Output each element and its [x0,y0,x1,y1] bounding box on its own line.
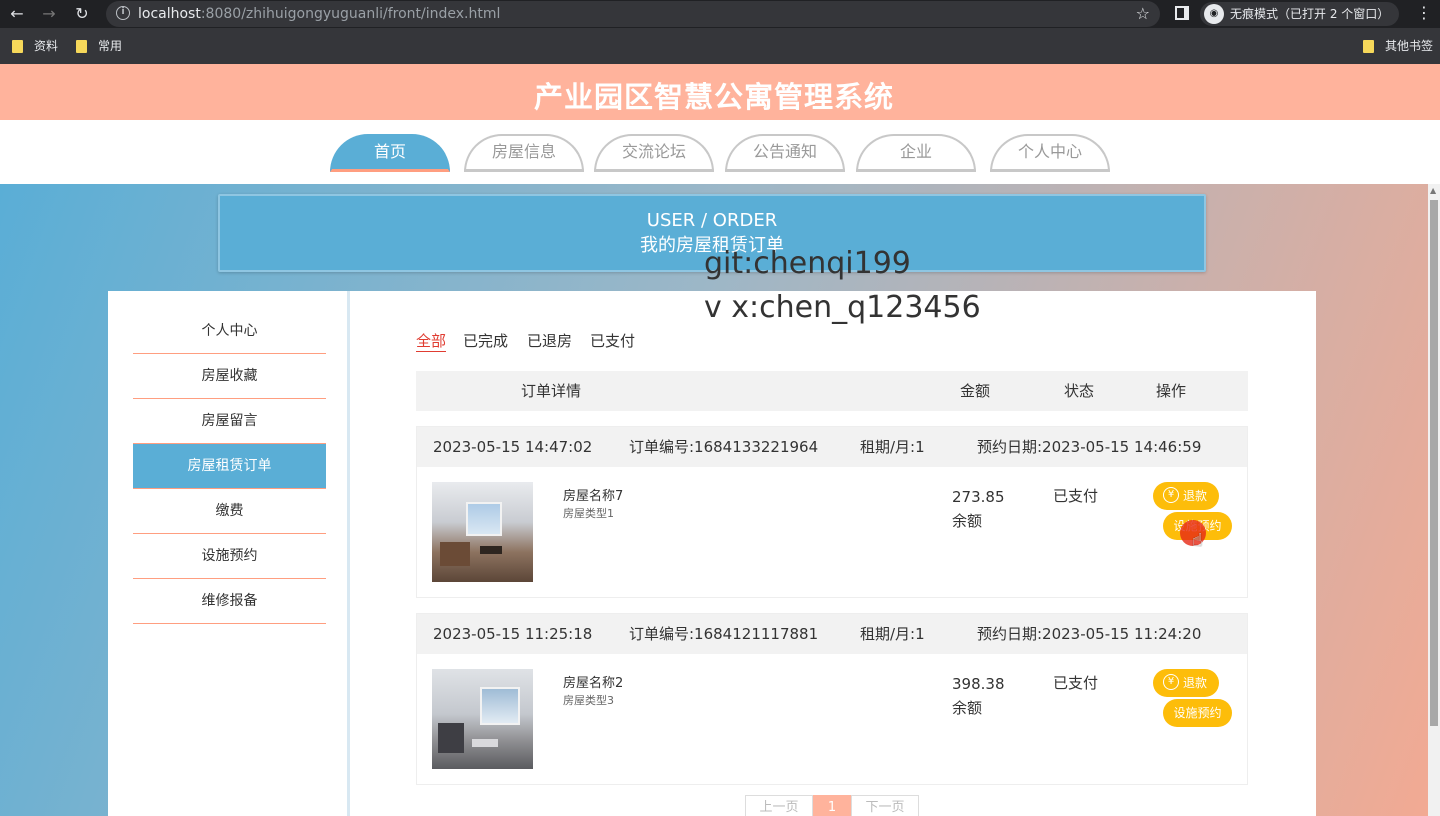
amount-value: 398.38 [952,675,1005,693]
address-bar[interactable]: i localhost:8080/zhihuigongyuguanli/fron… [106,1,1160,27]
pay-method: 余额 [952,512,983,530]
table-header: 订单详情 金额 状态 操作 [416,371,1248,411]
incognito-label: 无痕模式（已打开 2 个窗口） [1230,7,1390,21]
sidebar-item-personal-center[interactable]: 个人中心 [133,309,326,354]
incognito-icon: ◉ [1204,4,1224,24]
hand-cursor-icon: ☝ [1192,530,1203,551]
tab-checked-out[interactable]: 已退房 [527,331,572,351]
nav-personal-center[interactable]: 个人中心 [990,134,1110,172]
order-time: 2023-05-15 14:47:02 [433,438,593,456]
incognito-indicator[interactable]: ◉ 无痕模式（已打开 2 个窗口） [1200,2,1400,26]
sidebar-menu: 个人中心 房屋收藏 房屋留言 房屋租赁订单 缴费 设施预约 维修报备 [133,309,326,624]
house-type: 房屋类型1 [563,507,614,520]
folder-icon [1363,40,1374,53]
browser-toolbar: ← → ↻ i localhost:8080/zhihuigongyuguanl… [0,0,1440,28]
order-reserve-date: 预约日期:2023-05-15 14:46:59 [977,438,1202,456]
refund-label: 退款 [1183,489,1208,503]
nav-house-info[interactable]: 房屋信息 [464,134,584,172]
sidebar-item-rental-orders[interactable]: 房屋租赁订单 [133,444,326,489]
yen-icon: ¥ [1163,487,1179,503]
order-body: 房屋名称7 房屋类型1 273.85 余额 已支付 ¥ 退款 设施预约 [417,467,1247,597]
site-banner: 产业园区智慧公寓管理系统 [0,64,1440,120]
header-details: 订单详情 [521,382,582,400]
order-reserve-date: 预约日期:2023-05-15 11:24:20 [977,625,1202,643]
tab-paid[interactable]: 已支付 [590,331,635,351]
side-panel-icon[interactable] [1175,6,1189,20]
page: 产业园区智慧公寓管理系统 首页 房屋信息 交流论坛 公告通知 企业 个人中心 ▲… [0,64,1440,816]
content-panel: 个人中心 房屋收藏 房屋留言 房屋租赁订单 缴费 设施预约 维修报备 全部 已完… [108,291,1316,816]
house-type: 房屋类型3 [563,694,614,707]
yen-icon: ¥ [1163,674,1179,690]
section-title-en: USER / ORDER [646,210,778,231]
header-status: 状态 [1064,382,1095,400]
scroll-up-icon[interactable]: ▲ [1430,186,1436,195]
other-bookmarks[interactable]: 其他书签 [1363,38,1433,54]
refund-button[interactable]: ¥ 退款 [1153,482,1219,510]
order-term: 租期/月:1 [860,625,925,643]
order-status: 已支付 [1053,487,1099,505]
nav-home[interactable]: 首页 [330,134,450,172]
order-number: 订单编号:1684133221964 [629,438,819,456]
pay-method: 余额 [952,699,983,717]
order-amount: 398.38 余额 [952,672,1005,720]
bookmark-item[interactable]: 资料 [12,38,58,54]
browser-menu-icon[interactable]: ⋮ [1416,3,1432,22]
reload-icon[interactable]: ↻ [71,4,93,24]
house-name[interactable]: 房屋名称7 [563,485,623,504]
nav-forum[interactable]: 交流论坛 [594,134,714,172]
scroll-thumb[interactable] [1430,200,1438,726]
sidebar-item-facility-reservation[interactable]: 设施预约 [133,534,326,579]
order-number: 订单编号:1684121117881 [629,625,819,643]
sidebar-item-repair-report[interactable]: 维修报备 [133,579,326,624]
bookmark-star-icon[interactable]: ☆ [1136,4,1150,23]
house-name[interactable]: 房屋名称2 [563,672,623,691]
page-scrollbar[interactable]: ▲ [1428,184,1440,816]
back-icon[interactable]: ← [6,4,28,24]
order-card: 2023-05-15 11:25:18 订单编号:1684121117881 租… [416,613,1248,785]
folder-icon [76,40,87,53]
facility-reserve-button[interactable]: 设施预约 [1163,699,1232,727]
folder-icon [12,40,23,53]
refund-button[interactable]: ¥ 退款 [1153,669,1219,697]
url-text: localhost:8080/zhihuigongyuguanli/front/… [138,6,501,22]
main-nav: 首页 房屋信息 交流论坛 公告通知 企业 个人中心 [0,120,1440,184]
order-header: 2023-05-15 14:47:02 订单编号:1684133221964 租… [417,427,1247,467]
house-image[interactable] [432,482,533,582]
sidebar-item-payment[interactable]: 缴费 [133,489,326,534]
order-time: 2023-05-15 11:25:18 [433,625,593,643]
order-amount: 273.85 余额 [952,485,1005,533]
refund-label: 退款 [1183,676,1208,690]
vertical-divider [347,291,350,816]
tab-completed[interactable]: 已完成 [463,331,508,351]
next-page-button[interactable]: 下一页 [851,795,919,816]
order-header: 2023-05-15 11:25:18 订单编号:1684121117881 租… [417,614,1247,654]
bookmarks-bar: 资料 常用 其他书签 [0,28,1440,64]
header-amount: 金额 [960,382,991,400]
order-status: 已支付 [1053,674,1099,692]
order-term: 租期/月:1 [860,438,925,456]
order-card: 2023-05-15 14:47:02 订单编号:1684133221964 租… [416,426,1248,598]
watermark-wx: v x:chen_q123456 [704,290,981,325]
house-image[interactable] [432,669,533,769]
sidebar-item-favorites[interactable]: 房屋收藏 [133,354,326,399]
order-body: 房屋名称2 房屋类型3 398.38 余额 已支付 ¥ 退款 设施预约 [417,654,1247,784]
nav-notices[interactable]: 公告通知 [725,134,845,172]
bookmark-item[interactable]: 常用 [76,38,122,54]
nav-enterprise[interactable]: 企业 [856,134,976,172]
sidebar-item-messages[interactable]: 房屋留言 [133,399,326,444]
prev-page-button[interactable]: 上一页 [745,795,813,816]
tab-all[interactable]: 全部 [416,331,447,352]
amount-value: 273.85 [952,488,1005,506]
forward-icon[interactable]: → [38,4,60,24]
page-button-current[interactable]: 1 [813,795,851,816]
site-title: 产业园区智慧公寓管理系统 [533,80,894,114]
header-action: 操作 [1156,382,1187,400]
info-icon[interactable]: i [116,6,130,20]
watermark-git: git:chenqi199 [704,246,911,281]
